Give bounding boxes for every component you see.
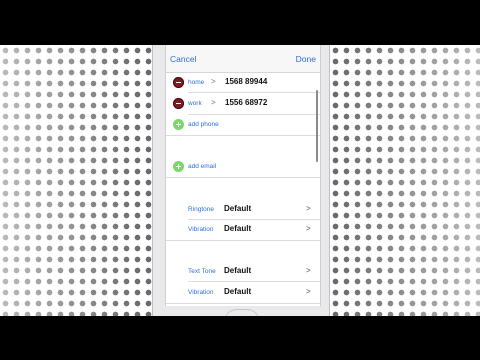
delete-phone-icon[interactable] bbox=[173, 77, 184, 88]
vibration-label: Vibration bbox=[188, 289, 214, 296]
chevron-right-icon: > bbox=[211, 98, 216, 107]
phone-row-work: work > 1556 68972 bbox=[166, 93, 320, 114]
video-letterbox-top bbox=[0, 0, 480, 45]
add-email-row[interactable]: add email bbox=[166, 155, 320, 177]
divider bbox=[166, 177, 320, 178]
scroll-indicator[interactable] bbox=[316, 90, 318, 162]
vibration-row[interactable]: Vibration Default > bbox=[166, 282, 320, 303]
delete-phone-icon[interactable] bbox=[173, 98, 184, 109]
chevron-right-icon: > bbox=[211, 77, 216, 86]
phone-number[interactable]: 1568 89944 bbox=[225, 77, 267, 86]
phone-screen: Cancel Done home > 1568 89944 work > 155… bbox=[165, 45, 321, 306]
vibration-label: Vibration bbox=[188, 226, 214, 233]
phone-label[interactable]: work bbox=[188, 100, 202, 107]
divider bbox=[166, 240, 320, 241]
cancel-button[interactable]: Cancel bbox=[170, 54, 196, 64]
divider bbox=[166, 303, 320, 304]
text-tone-label: Text Tone bbox=[188, 268, 216, 275]
chevron-right-icon: > bbox=[306, 204, 311, 213]
text-tone-value: Default bbox=[224, 266, 252, 275]
chevron-right-icon: > bbox=[306, 287, 311, 296]
add-phone-row[interactable]: add phone bbox=[166, 115, 320, 135]
add-icon[interactable] bbox=[173, 161, 184, 172]
text-tone-row[interactable]: Text Tone Default > bbox=[166, 260, 320, 281]
chevron-right-icon: > bbox=[306, 224, 311, 233]
video-letterbox-bottom bbox=[0, 316, 480, 360]
ringtone-label: Ringtone bbox=[188, 206, 215, 213]
ringtone-row[interactable]: Ringtone Default > bbox=[166, 198, 320, 219]
navigation-bar: Cancel Done bbox=[166, 45, 320, 73]
vibration-value: Default bbox=[224, 224, 252, 233]
chevron-right-icon: > bbox=[306, 266, 311, 275]
vibration-row[interactable]: Vibration Default > bbox=[166, 220, 320, 240]
vibration-value: Default bbox=[224, 287, 252, 296]
phone-number[interactable]: 1556 68972 bbox=[225, 98, 267, 107]
phone-row-home: home > 1568 89944 bbox=[166, 72, 320, 92]
add-email-label[interactable]: add email bbox=[188, 163, 216, 170]
divider bbox=[166, 135, 320, 136]
ringtone-value: Default bbox=[224, 204, 252, 213]
add-phone-label[interactable]: add phone bbox=[188, 121, 219, 128]
done-button[interactable]: Done bbox=[296, 54, 316, 64]
phone-label[interactable]: home bbox=[188, 79, 204, 86]
add-icon[interactable] bbox=[173, 119, 184, 130]
